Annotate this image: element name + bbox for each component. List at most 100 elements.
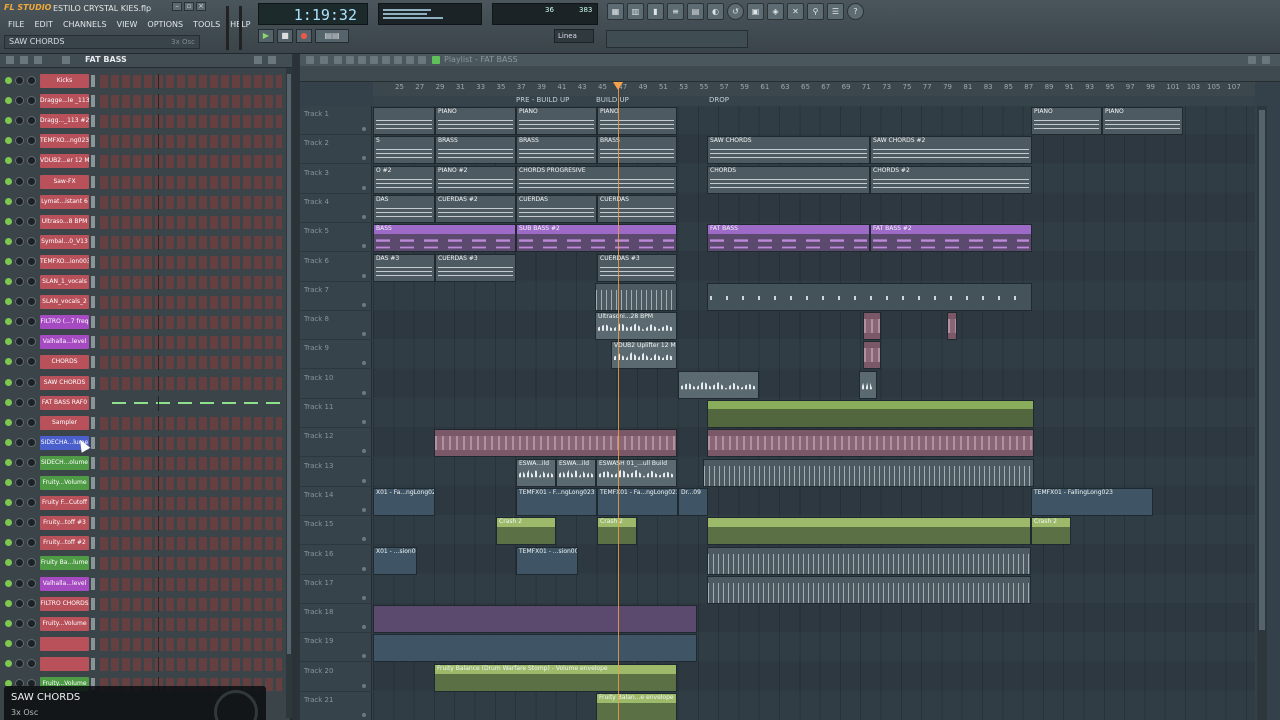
track-header[interactable]: Track 6 (300, 253, 372, 282)
channel-volume-knob[interactable] (15, 578, 24, 588)
channel-row[interactable]: Fruity...toff #2 (0, 534, 292, 554)
step-sequencer[interactable] (100, 356, 282, 370)
undo-icon[interactable]: ↺ (727, 3, 744, 20)
pattern-clip[interactable]: FAT BASS (707, 224, 870, 253)
channel-name-button[interactable]: SLAN_1_vocals (40, 275, 89, 289)
mixer-icon[interactable]: ≡ (667, 3, 684, 20)
pattern-clip[interactable]: BRASS (435, 136, 516, 165)
pattern-clip[interactable]: CUERDAS (516, 194, 597, 223)
track-mute-icon[interactable] (362, 625, 366, 630)
step-sequencer[interactable] (100, 95, 282, 109)
channel-volume-knob[interactable] (15, 618, 24, 628)
channel-pan-knob[interactable] (27, 437, 36, 447)
channel-volume-knob[interactable] (15, 538, 24, 548)
channel-name-button[interactable]: TEMFXO...ng023 (40, 134, 89, 149)
channel-name-button[interactable]: Kicks (40, 74, 89, 88)
channel-select[interactable] (91, 255, 95, 268)
channel-pan-knob[interactable] (27, 256, 36, 266)
channel-pan-knob[interactable] (27, 156, 36, 166)
track-header[interactable]: Track 18 (300, 604, 372, 634)
channel-name-button[interactable]: Dragge...le _113 (40, 94, 89, 109)
pattern-clip[interactable] (373, 107, 435, 135)
track-mute-icon[interactable] (362, 683, 366, 688)
channel-row[interactable]: Saw-FX (0, 173, 292, 193)
track-mute-icon[interactable] (362, 127, 366, 131)
rack-options-icon[interactable] (34, 56, 42, 64)
channel-name-button[interactable]: CHORDS (40, 355, 89, 370)
channel-select[interactable] (91, 617, 95, 630)
restore-icon[interactable]: ▫ (184, 2, 194, 11)
channel-name-button[interactable]: Fruity...toff #3 (40, 516, 89, 531)
channel-volume-knob[interactable] (15, 116, 24, 126)
channel-pan-knob[interactable] (27, 196, 36, 206)
channel-select[interactable] (91, 356, 95, 369)
track-mute-icon[interactable] (362, 654, 366, 659)
channel-row[interactable]: Fruity F...Cutoff (0, 494, 292, 514)
channel-mute-led[interactable] (5, 639, 12, 647)
master-pitch-slider[interactable] (239, 6, 242, 50)
pattern-song-toggle[interactable]: ▤▤ (315, 29, 349, 43)
channel-name-button[interactable]: Ultraso...8 BPM (40, 214, 89, 229)
channel-name-button[interactable]: FILTRO (...7 freq (40, 315, 89, 330)
channel-volume-knob[interactable] (15, 417, 24, 427)
pattern-clip[interactable]: O #2 (373, 165, 435, 194)
channel-select[interactable] (91, 296, 95, 309)
channel-volume-knob[interactable] (15, 598, 24, 608)
channel-select[interactable] (91, 95, 95, 108)
channel-pan-knob[interactable] (27, 417, 36, 427)
marker-label[interactable]: PRE - BUILD UP (516, 96, 569, 104)
channel-row[interactable]: TEMFXO...ion003 (0, 253, 292, 273)
plugin-icon[interactable]: ◐ (707, 3, 724, 20)
pattern-clip[interactable]: CHORDS PROGRESIVE (516, 165, 677, 194)
channel-row[interactable]: SAW CHORDS (0, 374, 292, 394)
channel-mute-led[interactable] (5, 479, 12, 486)
channel-row[interactable]: FAT BASS RAF0 (0, 394, 292, 414)
step-sequencer[interactable] (100, 175, 282, 189)
channel-name-button[interactable]: Fruity...toff #2 (40, 536, 89, 551)
channel-pan-knob[interactable] (27, 76, 36, 85)
pattern-clip[interactable] (859, 370, 877, 399)
pattern-clip[interactable]: TEMFX01 - FallingLong023 (1031, 487, 1153, 516)
pattern-clip[interactable]: VDUB2 Uplifter 12 M (611, 341, 677, 370)
menu-channels[interactable]: CHANNELS (61, 19, 109, 30)
pattern-clip[interactable]: Crash 2 (1031, 517, 1071, 546)
list-icon[interactable]: ☰ (827, 3, 844, 20)
channel-select[interactable] (91, 155, 95, 168)
channel-volume-knob[interactable] (15, 457, 24, 467)
channel-mute-led[interactable] (5, 97, 12, 105)
channel-mute-led[interactable] (5, 599, 12, 607)
channel-mute-led[interactable] (5, 77, 12, 84)
track-mute-icon[interactable] (362, 595, 366, 600)
step-sequencer[interactable] (100, 456, 282, 470)
channel-name-button[interactable] (40, 656, 89, 671)
channel-row[interactable]: Fruity Ba...lume (0, 554, 292, 574)
step-sequencer[interactable] (100, 255, 282, 269)
step-sequencer[interactable] (100, 416, 282, 430)
step-sequencer[interactable] (100, 597, 282, 611)
channel-name-button[interactable]: Sampler (40, 415, 89, 430)
channel-pan-knob[interactable] (27, 116, 36, 126)
channel-mute-led[interactable] (5, 619, 12, 627)
pattern-clip[interactable]: SUB BASS #2 (516, 224, 677, 253)
track-header[interactable]: Track 4 (300, 194, 372, 223)
channel-select[interactable] (91, 235, 95, 248)
pattern-clip[interactable]: FAT BASS #2 (870, 224, 1032, 253)
pattern-clip[interactable]: CHORDS (707, 165, 870, 194)
playlist-pin-icon[interactable] (320, 56, 328, 64)
playlist-lanes[interactable]: PIANO PIANO PIANO PIANO PIANO S BRASS BRASS BRAS… (373, 106, 1255, 720)
channel-volume-knob[interactable] (15, 136, 24, 146)
track-header[interactable]: Track 11 (300, 399, 372, 428)
channel-name-button[interactable]: Fruity...Volume (40, 616, 89, 631)
track-header[interactable]: Track 2 (300, 135, 372, 165)
channel-volume-knob[interactable] (15, 518, 24, 528)
channel-volume-knob[interactable] (15, 478, 24, 487)
rack-graph-icon[interactable] (254, 56, 262, 64)
zoom-tool-icon[interactable] (418, 56, 426, 64)
track-header[interactable]: Track 13 (300, 458, 372, 487)
menu-edit[interactable]: EDIT (32, 19, 54, 30)
channel-select[interactable] (91, 75, 95, 87)
track-mute-icon[interactable] (362, 537, 366, 542)
channel-volume-knob[interactable] (15, 658, 24, 668)
channel-row[interactable]: Fruity...Volume (0, 474, 292, 494)
channel-row[interactable]: Ultraso...8 BPM (0, 213, 292, 233)
